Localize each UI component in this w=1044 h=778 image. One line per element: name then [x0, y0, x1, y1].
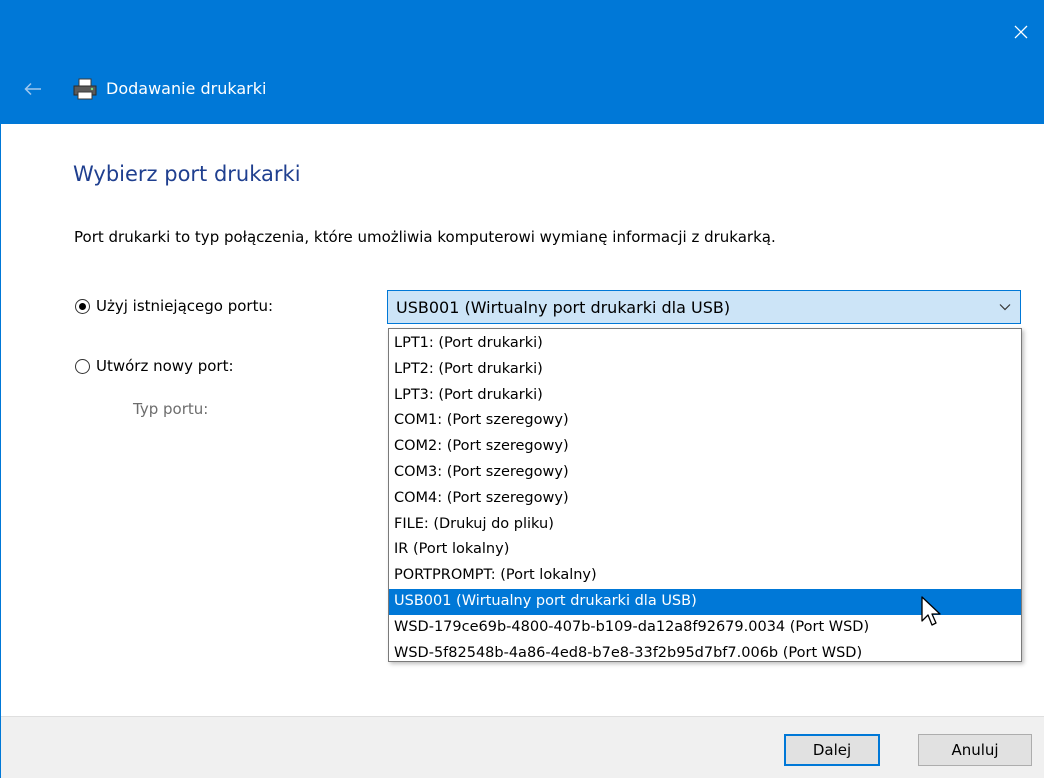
page-heading: Wybierz port drukarki — [73, 162, 301, 186]
back-arrow-icon — [24, 82, 41, 96]
dropdown-item[interactable]: LPT2: (Port drukarki) — [389, 357, 1021, 383]
page-description: Port drukarki to typ połączenia, które u… — [74, 228, 776, 246]
radio-existing-port-label: Użyj istniejącego portu: — [96, 297, 274, 315]
printer-icon — [73, 78, 97, 100]
dropdown-item[interactable]: COM4: (Port szeregowy) — [389, 486, 1021, 512]
dropdown-item[interactable]: PORTPROMPT: (Port lokalny) — [389, 563, 1021, 589]
dropdown-item[interactable]: COM3: (Port szeregowy) — [389, 460, 1021, 486]
radio-new-port[interactable]: Utwórz nowy port: — [75, 357, 234, 375]
dropdown-item[interactable]: WSD-5f82548b-4a86-4ed8-b7e8-33f2b95d7bf7… — [389, 641, 1021, 667]
combobox-arrow[interactable] — [990, 291, 1020, 323]
dropdown-item[interactable]: LPT3: (Port drukarki) — [389, 383, 1021, 409]
combobox-value: USB001 (Wirtualny port drukarki dla USB) — [396, 297, 731, 317]
close-icon — [1014, 25, 1028, 39]
radio-existing-port[interactable]: Użyj istniejącego portu: — [75, 297, 273, 315]
chevron-down-icon — [999, 304, 1011, 311]
dialog-footer — [1, 716, 1044, 778]
radio-button-unchecked[interactable] — [75, 358, 90, 374]
dropdown-item[interactable]: COM2: (Port szeregowy) — [389, 434, 1021, 460]
dropdown-item[interactable]: COM1: (Port szeregowy) — [389, 408, 1021, 434]
dropdown-item[interactable]: IR (Port lokalny) — [389, 537, 1021, 563]
existing-port-combobox[interactable]: USB001 (Wirtualny port drukarki dla USB) — [387, 290, 1021, 324]
back-button[interactable] — [18, 74, 48, 104]
add-printer-window: Dodawanie drukarki Wybierz port drukarki… — [0, 0, 1044, 778]
window-left-border — [0, 124, 1, 778]
radio-new-port-label: Utwórz nowy port: — [96, 357, 234, 375]
cancel-button[interactable]: Anuluj — [918, 734, 1032, 766]
title-bar: Dodawanie drukarki — [0, 0, 1044, 124]
port-type-label: Typ portu: — [133, 400, 209, 418]
radio-dot — [79, 302, 86, 310]
radio-button-checked[interactable] — [75, 298, 90, 314]
dropdown-item[interactable]: FILE: (Drukuj do pliku) — [389, 512, 1021, 538]
window-title: Dodawanie drukarki — [106, 79, 267, 98]
dropdown-item[interactable]: LPT1: (Port drukarki) — [389, 331, 1021, 357]
next-button[interactable]: Dalej — [784, 734, 880, 766]
mouse-cursor-icon — [921, 596, 941, 626]
close-button[interactable] — [998, 0, 1044, 64]
